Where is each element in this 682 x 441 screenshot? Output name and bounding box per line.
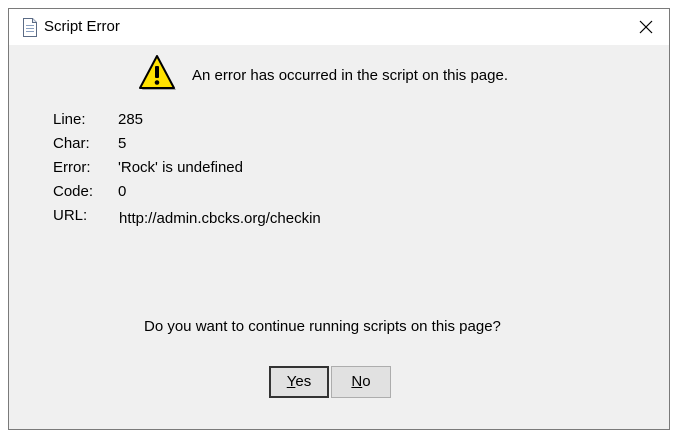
yes-label-rest: es: [295, 373, 312, 390]
url-value: http://admin.cbcks.org/checkin: [119, 210, 321, 227]
window-title: Script Error: [44, 18, 120, 35]
char-value: 5: [118, 135, 127, 152]
url-label: URL:: [53, 207, 88, 224]
line-label: Line:: [53, 111, 86, 128]
no-accelerator: N: [351, 373, 363, 390]
error-label: Error:: [53, 159, 91, 176]
close-button[interactable]: [623, 9, 669, 45]
close-icon: [639, 20, 653, 34]
char-label: Char:: [53, 135, 90, 152]
document-icon: [21, 18, 39, 37]
error-value: 'Rock' is undefined: [118, 159, 243, 176]
continue-question: Do you want to continue running scripts …: [144, 318, 501, 335]
yes-button[interactable]: Yes: [269, 366, 329, 398]
warning-icon: [138, 55, 178, 93]
title-bar: Script Error: [9, 9, 669, 45]
script-error-dialog: Script Error An error has occurred in th…: [8, 8, 670, 430]
no-button[interactable]: No: [331, 366, 391, 398]
line-value: 285: [118, 111, 144, 128]
error-message: An error has occurred in the script on t…: [192, 67, 508, 84]
code-value: 0: [118, 183, 127, 200]
no-label-rest: o: [362, 373, 371, 390]
code-label: Code:: [53, 183, 94, 200]
